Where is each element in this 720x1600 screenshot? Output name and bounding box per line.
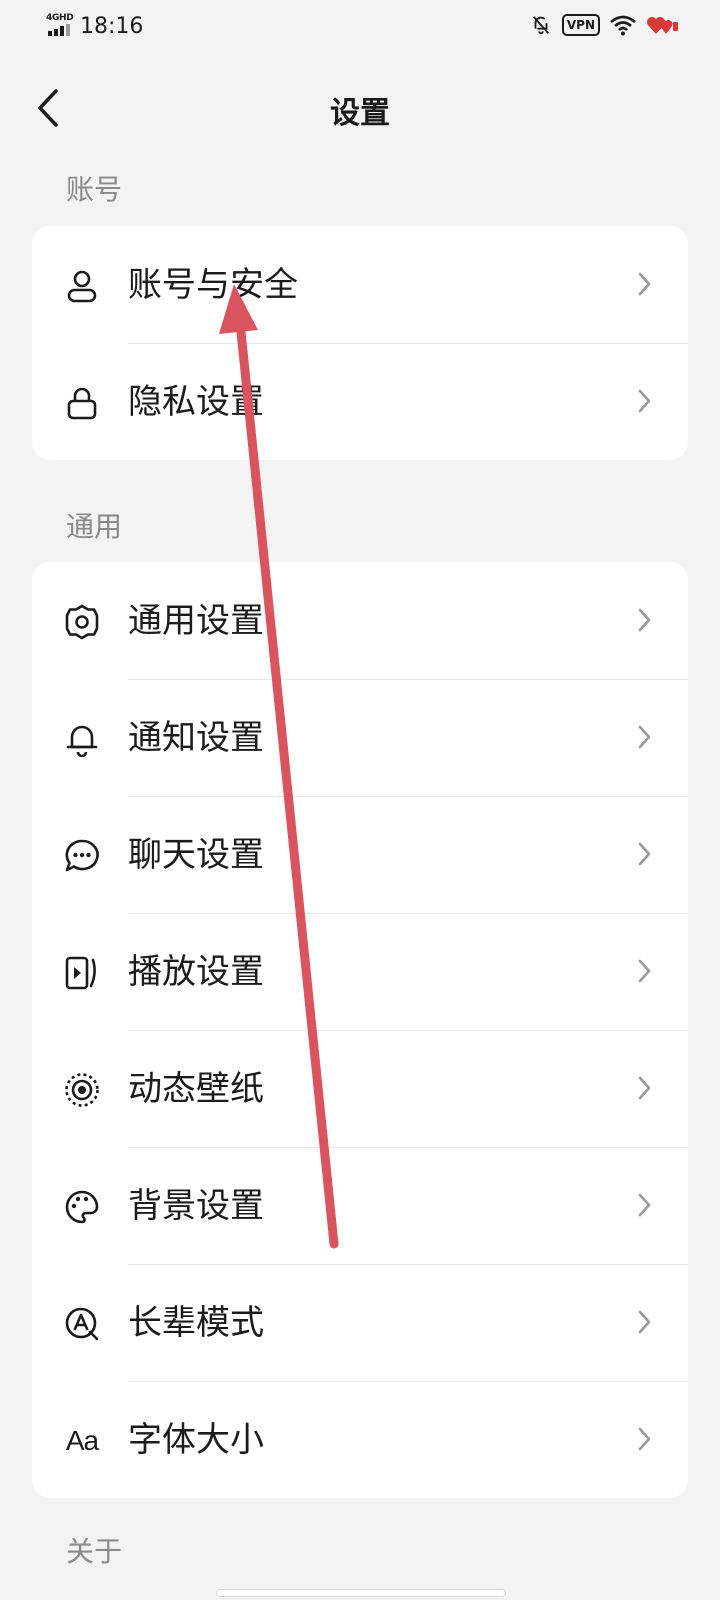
settings-row-playback[interactable]: 播放设置	[32, 913, 688, 1030]
network-type-label: 4GHD	[46, 13, 74, 23]
section-label-general: 通用	[66, 510, 123, 543]
palette-icon	[62, 1187, 102, 1227]
settings-row-account-security[interactable]: 账号与安全	[32, 226, 688, 343]
settings-row-privacy[interactable]: 隐私设置	[32, 343, 688, 460]
section-label-about: 关于	[66, 1535, 123, 1568]
account-card: 账号与安全 隐私设置	[32, 226, 688, 460]
chevron-right-icon	[638, 1427, 651, 1451]
row-label: 播放设置	[128, 952, 264, 992]
general-card: 通用设置 通知设置 聊天设置 播放设置 动态壁纸 背景设置 长辈模式 Aa 字体…	[32, 562, 688, 1498]
nav-bar: 设置	[0, 68, 720, 148]
wifi-icon	[610, 15, 636, 36]
row-label: 长辈模式	[128, 1303, 264, 1343]
settings-row-elder-mode[interactable]: 长辈模式	[32, 1264, 688, 1381]
chevron-right-icon	[638, 1193, 651, 1217]
battery-heart-icon	[647, 17, 678, 34]
row-label: 动态壁纸	[128, 1069, 264, 1109]
clock: 18:16	[80, 13, 144, 39]
row-label: 通用设置	[128, 601, 264, 641]
row-label: 隐私设置	[128, 382, 264, 422]
status-right: VPN	[530, 14, 680, 36]
gear-icon	[62, 602, 102, 642]
signal-icon	[48, 24, 70, 36]
settings-row-general[interactable]: 通用设置	[32, 562, 688, 679]
row-label: 账号与安全	[128, 265, 298, 305]
chevron-right-icon	[638, 842, 651, 866]
chevron-right-icon	[638, 608, 651, 632]
row-label: 字体大小	[128, 1420, 264, 1460]
chat-bubble-icon	[62, 836, 102, 876]
section-label-account: 账号	[66, 173, 123, 206]
chevron-right-icon	[638, 725, 651, 749]
row-label: 聊天设置	[128, 835, 264, 875]
user-icon	[62, 266, 102, 306]
status-left: 4GHD 18:16	[46, 12, 143, 40]
settings-row-live-wallpaper[interactable]: 动态壁纸	[32, 1030, 688, 1147]
font-size-glyph: Aa	[65, 1425, 99, 1456]
network-indicator: 4GHD	[46, 12, 76, 40]
mute-notification-icon	[532, 16, 549, 35]
status-bar: 4GHD 18:16 VPN	[0, 0, 720, 56]
row-label: 通知设置	[128, 718, 264, 758]
settings-row-notification[interactable]: 通知设置	[32, 679, 688, 796]
chevron-right-icon	[638, 389, 651, 413]
font-size-icon: Aa	[62, 1421, 102, 1461]
chevron-right-icon	[638, 1076, 651, 1100]
settings-row-chat[interactable]: 聊天设置	[32, 796, 688, 913]
elder-mode-icon	[62, 1304, 102, 1344]
row-label: 背景设置	[128, 1186, 264, 1226]
bell-icon	[62, 719, 102, 759]
chevron-right-icon	[638, 959, 651, 983]
chevron-right-icon	[638, 272, 651, 296]
settings-row-font-size[interactable]: Aa 字体大小	[32, 1381, 688, 1498]
play-icon	[62, 953, 102, 993]
lock-icon	[62, 383, 102, 423]
page-title: 设置	[330, 96, 390, 131]
home-indicator[interactable]	[216, 1589, 506, 1597]
settings-row-background[interactable]: 背景设置	[32, 1147, 688, 1264]
vpn-badge: VPN	[561, 14, 600, 36]
wallpaper-icon	[62, 1070, 102, 1110]
chevron-right-icon	[638, 1310, 651, 1334]
